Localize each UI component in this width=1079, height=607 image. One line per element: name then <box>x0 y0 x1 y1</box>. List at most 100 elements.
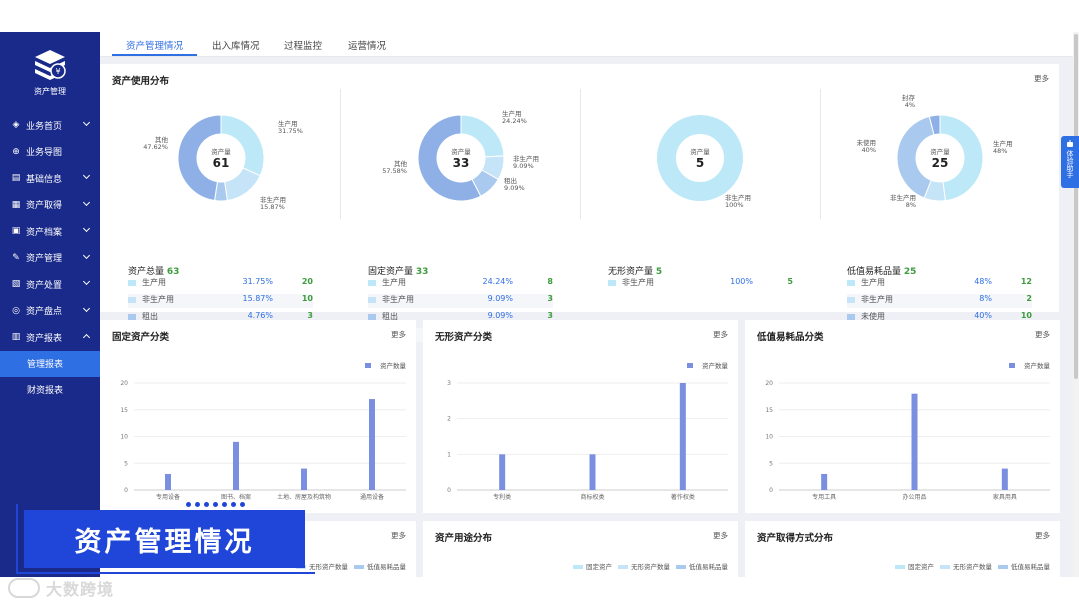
summary-total: 63 <box>166 267 180 277</box>
legend-swatch <box>354 565 364 569</box>
bar <box>589 454 596 490</box>
sidebar-item[interactable]: ◎ 资产盘点 <box>0 298 100 325</box>
summary-label: 固定资产量 <box>368 267 414 277</box>
summary-row: 非生产用 9.09% 3 <box>368 294 553 308</box>
slice-percent: 9.09% <box>504 184 525 192</box>
sidebar-item[interactable]: ▧ 资产处置 <box>0 271 100 298</box>
sidebar-item[interactable]: ⊕ 业务导图 <box>0 139 100 166</box>
sidebar-item-label: 资产盘点 <box>26 307 63 318</box>
summary-row: 非生产用 8% 2 <box>847 294 1032 308</box>
legend-item: 低值易耗品量 <box>998 561 1050 571</box>
sidebar-subnav: 管理报表 财资报表 <box>0 350 100 403</box>
summary-row-percent: 31.75% <box>242 277 273 286</box>
sidebar-item[interactable]: ▥ 资产报表 <box>0 324 100 351</box>
summary-swatch <box>847 297 855 303</box>
sidebar-item-label: 资产取得 <box>26 201 63 212</box>
chevron-down-icon <box>82 118 91 127</box>
more-link[interactable]: 更多 <box>391 530 406 541</box>
summary-row-count: 10 <box>301 294 313 303</box>
tab-inbound-outbound[interactable]: 出入库情况 <box>212 38 260 52</box>
chart-legend: 固定资产 无形资产数量 低值易耗品量 <box>573 561 728 571</box>
summary-row: 非生产用 15.87% 10 <box>128 294 313 308</box>
donut-chart: 非生产用100%资产量5 <box>657 115 751 209</box>
scrollbar[interactable] <box>1073 32 1079 577</box>
slice-percent: 8% <box>906 201 916 209</box>
chevron-down-icon <box>82 304 91 312</box>
summary-row-label: 非生产用 <box>622 278 654 287</box>
chevron-up-icon <box>82 333 91 342</box>
legend-item: 低值易耗品量 <box>354 561 406 571</box>
low-value-consumables-category-panel: 低值易耗品分类 更多 资产数量 0 5 10 15 20 专用工具 办公用品 家具用具 <box>745 320 1060 513</box>
grid-icon: ▦ <box>11 199 21 210</box>
sidebar-item[interactable]: ▤ 基础信息 <box>0 165 100 192</box>
usage-distribution-panel: 资产使用分布 更多 生产用31.75%非生产用15.87%租出4.76%其他47… <box>100 64 1059 342</box>
sidebar-subitem[interactable]: 管理报表 <box>0 350 100 377</box>
legend-item: 无形资产数量 <box>618 561 670 571</box>
app-window: ¥ 资产管理 ◈ 业务首页 ⊕ 业务导图 ▤ 基础信息 ▦ 资产取得 ▣ 资产档案 ✎ 资产管理 ▧ 资产… <box>0 32 1079 577</box>
banner-dots <box>186 502 245 507</box>
summary-swatch <box>128 297 136 303</box>
tab-process-monitoring[interactable]: 过程监控 <box>284 38 322 52</box>
slice-percent: 48% <box>993 147 1007 155</box>
watermark: 大数跨境 <box>8 576 114 600</box>
folder-icon: ▣ <box>11 226 21 237</box>
legend-label: 低值易耗品量 <box>1011 563 1050 571</box>
donut-center-value: 5 <box>696 156 704 170</box>
tab-operations[interactable]: 运营情况 <box>348 38 386 52</box>
summary-label: 无形资产量 <box>608 267 654 277</box>
sidebar-item[interactable]: ▣ 资产档案 <box>0 218 100 245</box>
y-tick-label: 15 <box>765 407 773 414</box>
active-tab-indicator <box>112 54 197 56</box>
legend-label: 固定资产 <box>586 563 612 571</box>
chevron-down-icon <box>82 171 91 180</box>
asset-acquisition-method-panel: 资产取得方式分布 更多 固定资产 无形资产数量 低值易耗品量 <box>745 521 1060 577</box>
bar <box>301 468 307 490</box>
summary-row-percent: 100% <box>730 277 753 286</box>
experience-assistant-button[interactable]: 体验助手 <box>1061 136 1079 188</box>
summary-row: 生产用 48% 12 <box>847 277 1032 291</box>
summary-title: 低值易耗品量 25 <box>847 264 916 277</box>
intangible-asset-bar-chart: 0 1 2 3 专利类 商标权类 著作权类 <box>447 380 728 501</box>
section-banner: 资产管理情况 <box>24 510 305 568</box>
sidebar-item-label: 业务导图 <box>26 148 63 159</box>
x-tick-label: 图书、档案 <box>221 493 251 501</box>
summary-row-count: 8 <box>547 277 553 286</box>
legend-swatch <box>895 565 905 569</box>
legend-item: 无形资产数量 <box>940 561 992 571</box>
bar <box>233 441 239 490</box>
summary-row: 生产用 24.24% 8 <box>368 277 553 291</box>
more-link[interactable]: 更多 <box>1035 530 1050 541</box>
legend-label: 低值易耗品量 <box>367 563 406 571</box>
bar <box>679 383 686 490</box>
donut-chart: 生产用48%非生产用8%未使用40%封存4%资产量25 <box>857 93 1013 209</box>
panel-title: 资产用途分布 <box>435 533 493 544</box>
y-tick-label: 15 <box>120 407 128 414</box>
dispose-icon: ▧ <box>11 279 21 290</box>
sidebar-item[interactable]: ◈ 业务首页 <box>0 112 100 139</box>
y-tick-label: 20 <box>765 380 773 387</box>
summary-row-label: 生产用 <box>861 278 885 287</box>
sidebar-subitem[interactable]: 财资报表 <box>0 377 100 403</box>
sidebar-item[interactable]: ✎ 资产管理 <box>0 245 100 272</box>
summary-label: 低值易耗品量 <box>847 267 902 277</box>
summary-row-label: 非生产用 <box>142 295 174 304</box>
tab-asset-management[interactable]: 资产管理情况 <box>126 38 183 52</box>
slice-percent: 9.09% <box>513 162 534 170</box>
scrollbar-thumb[interactable] <box>1074 34 1078 379</box>
sidebar-item-label: 资产管理 <box>26 254 63 265</box>
summary-swatch <box>368 297 376 303</box>
more-link[interactable]: 更多 <box>1034 73 1049 84</box>
summary-row-percent: 24.24% <box>482 277 513 286</box>
x-tick-label: 土地、房屋及构筑物 <box>277 493 331 501</box>
legend-swatch <box>998 565 1008 569</box>
summary-title: 固定资产量 33 <box>368 264 428 277</box>
x-tick-label: 著作权类 <box>671 493 695 501</box>
summary-row-count: 10 <box>1020 311 1032 320</box>
donut-center-label: 资产量 <box>930 147 950 156</box>
sidebar-item[interactable]: ▦ 资产取得 <box>0 192 100 219</box>
x-tick-label: 专用工具 <box>812 493 836 501</box>
chevron-down-icon <box>82 224 91 233</box>
x-tick-label: 通用设备 <box>360 493 384 501</box>
summary-label: 资产总量 <box>128 267 165 277</box>
more-link[interactable]: 更多 <box>713 530 728 541</box>
